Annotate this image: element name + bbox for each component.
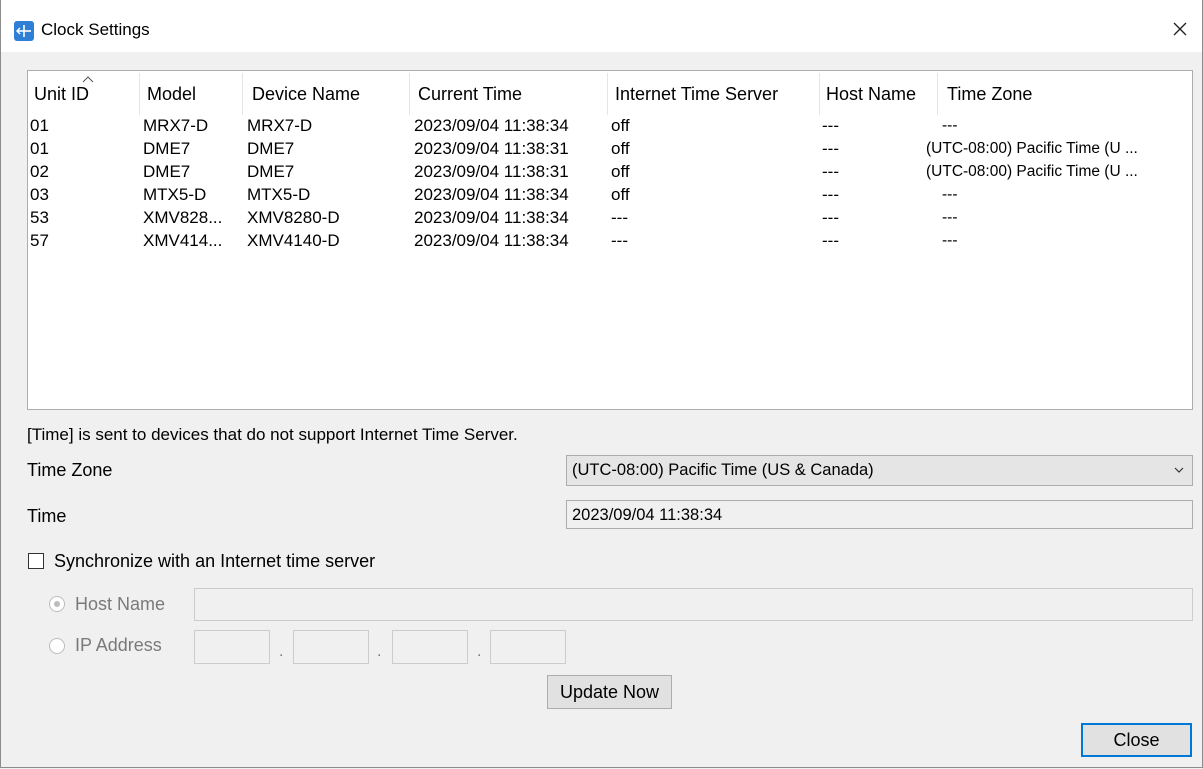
window-title: Clock Settings [41, 20, 150, 39]
ip-address-radio[interactable] [49, 638, 65, 654]
host-name-radio[interactable] [49, 596, 65, 612]
cell-unit-id: 03 [30, 185, 49, 204]
table-row[interactable]: 57 XMV414... XMV4140-D 2023/09/04 11:38:… [28, 230, 1192, 252]
sync-internet-time-checkbox[interactable] [28, 553, 44, 569]
table-row[interactable]: 03 MTX5-D MTX5-D 2023/09/04 11:38:34 off… [28, 184, 1192, 206]
table-row[interactable]: 02 DME7 DME7 2023/09/04 11:38:31 off ---… [28, 161, 1192, 183]
cell-host-name: --- [822, 162, 839, 181]
column-header-time-zone[interactable]: Time Zone [947, 77, 1032, 111]
cell-device-name: DME7 [247, 162, 295, 181]
time-field-value: 2023/09/04 11:38:34 [572, 506, 723, 524]
column-header-device-name[interactable]: Device Name [252, 77, 360, 111]
cell-model: MRX7-D [143, 116, 209, 135]
cell-device-name: XMV4140-D [247, 231, 340, 250]
ip-octet-4-input[interactable] [490, 630, 566, 664]
cell-device-name: XMV8280-D [247, 208, 340, 227]
cell-host-name: --- [822, 231, 839, 250]
cell-current-time: 2023/09/04 11:38:31 [414, 139, 569, 158]
cell-current-time: 2023/09/04 11:38:34 [414, 231, 569, 250]
column-separator[interactable] [937, 73, 938, 115]
cell-current-time: 2023/09/04 11:38:34 [414, 116, 569, 135]
cell-time-zone: (UTC-08:00) Pacific Time (U ... [926, 140, 1138, 157]
update-now-button[interactable]: Update Now [547, 675, 672, 709]
table-row[interactable]: 53 XMV828... XMV8280-D 2023/09/04 11:38:… [28, 207, 1192, 229]
chevron-down-icon [1174, 467, 1184, 473]
cell-device-name: DME7 [247, 139, 295, 158]
ip-separator: . [477, 643, 482, 660]
cell-current-time: 2023/09/04 11:38:34 [414, 208, 569, 227]
cell-model: DME7 [143, 162, 191, 181]
time-zone-select[interactable]: (UTC-08:00) Pacific Time (US & Canada) [566, 455, 1193, 486]
cell-device-name: MTX5-D [247, 185, 311, 204]
column-header-unit-id[interactable]: Unit ID [34, 77, 89, 111]
column-separator[interactable] [242, 73, 243, 115]
close-icon [1173, 22, 1187, 36]
column-header-host-name[interactable]: Host Name [826, 77, 916, 111]
time-note-text: [Time] is sent to devices that do not su… [27, 425, 518, 444]
cell-unit-id: 01 [30, 116, 49, 135]
cell-time-zone: --- [942, 117, 958, 134]
time-zone-selected-value: (UTC-08:00) Pacific Time (US & Canada) [572, 461, 874, 479]
column-separator[interactable] [139, 73, 140, 115]
table-row[interactable]: 01 DME7 DME7 2023/09/04 11:38:31 off ---… [28, 138, 1192, 160]
cell-unit-id: 57 [30, 231, 49, 250]
cell-current-time: 2023/09/04 11:38:31 [414, 162, 569, 181]
column-separator[interactable] [819, 73, 820, 115]
column-separator[interactable] [607, 73, 608, 115]
cell-internet-time-server: off [611, 185, 630, 204]
host-name-label: Host Name [75, 594, 166, 614]
ip-octet-2-input[interactable] [293, 630, 369, 664]
cell-internet-time-server: off [611, 139, 630, 158]
cell-internet-time-server: off [611, 116, 630, 135]
cell-host-name: --- [822, 185, 839, 204]
ip-octet-1-input[interactable] [194, 630, 270, 664]
clock-settings-dialog: Clock Settings Unit ID Model Device Name… [0, 0, 1203, 768]
ip-separator: . [279, 643, 284, 660]
ip-octet-3-input[interactable] [392, 630, 468, 664]
cell-model: MTX5-D [143, 185, 207, 204]
cell-time-zone: (UTC-08:00) Pacific Time (U ... [926, 163, 1138, 180]
device-clock-table[interactable]: Unit ID Model Device Name Current Time I… [27, 70, 1193, 410]
cell-model: XMV828... [143, 208, 223, 227]
time-label: Time [27, 506, 67, 526]
cell-host-name: --- [822, 208, 839, 227]
cell-time-zone: --- [942, 209, 958, 226]
cell-internet-time-server: --- [611, 231, 628, 250]
cell-internet-time-server: --- [611, 208, 628, 227]
cell-current-time: 2023/09/04 11:38:34 [414, 185, 569, 204]
time-field[interactable]: 2023/09/04 11:38:34 [566, 500, 1193, 529]
radio-selected-dot [54, 601, 60, 607]
cell-model: XMV414... [143, 231, 223, 250]
host-name-input[interactable] [194, 588, 1193, 621]
cell-device-name: MRX7-D [247, 116, 313, 135]
time-zone-label: Time Zone [27, 460, 113, 480]
sort-ascending-icon [82, 76, 94, 83]
cell-time-zone: --- [942, 186, 958, 203]
column-header-internet-time-server[interactable]: Internet Time Server [615, 77, 778, 111]
column-separator[interactable] [409, 73, 410, 115]
cell-internet-time-server: off [611, 162, 630, 181]
close-button[interactable]: Close [1081, 723, 1192, 757]
column-header-model[interactable]: Model [147, 77, 196, 111]
sync-internet-time-label[interactable]: Synchronize with an Internet time server [54, 551, 375, 572]
window-close-button[interactable] [1165, 14, 1195, 44]
cell-unit-id: 01 [30, 139, 49, 158]
cell-unit-id: 53 [30, 208, 49, 227]
clock-settings-app-icon [14, 21, 34, 41]
table-row[interactable]: 01 MRX7-D MRX7-D 2023/09/04 11:38:34 off… [28, 115, 1192, 137]
cell-host-name: --- [822, 116, 839, 135]
column-header-current-time[interactable]: Current Time [418, 77, 522, 111]
cell-time-zone: --- [942, 232, 958, 249]
cell-host-name: --- [822, 139, 839, 158]
cell-unit-id: 02 [30, 162, 49, 181]
title-bar: Clock Settings [1, 0, 1202, 52]
ip-separator: . [377, 643, 382, 660]
ip-address-label: IP Address [75, 635, 162, 655]
cell-model: DME7 [143, 139, 191, 158]
